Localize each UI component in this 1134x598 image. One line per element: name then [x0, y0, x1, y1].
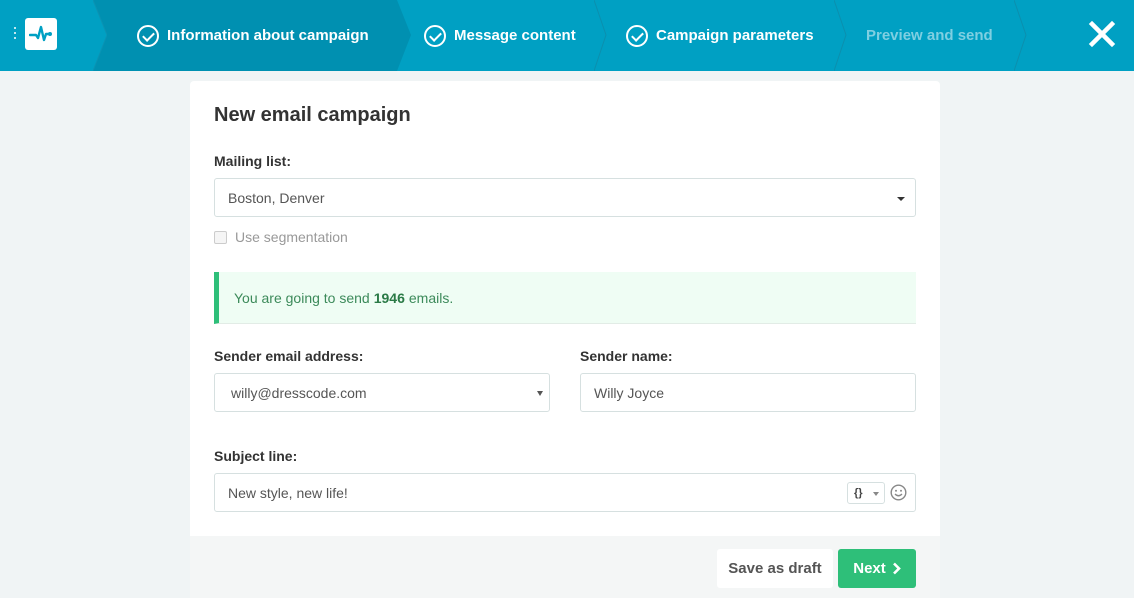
- subject-line-value: New style, new life!: [228, 484, 348, 501]
- recipient-count-alert: You are going to send 1946 emails.: [214, 272, 916, 324]
- check-circle-icon: [626, 24, 648, 47]
- step-divider: [834, 0, 847, 71]
- save-as-draft-button[interactable]: Save as draft: [717, 549, 833, 588]
- braces-icon: {}: [854, 487, 863, 499]
- smiley-icon[interactable]: [890, 484, 907, 501]
- chevron-down-icon: [873, 492, 879, 496]
- step-divider: [397, 0, 411, 71]
- chevron-down-icon: [537, 391, 543, 396]
- step-label: Message content: [454, 27, 576, 44]
- mailing-list-select[interactable]: Boston, Denver: [214, 178, 916, 217]
- step-label: Information about campaign: [167, 27, 369, 44]
- step-message-content[interactable]: Message content: [424, 0, 576, 71]
- step-divider: [1014, 0, 1027, 71]
- close-icon[interactable]: [1088, 20, 1116, 48]
- step-campaign-parameters[interactable]: Campaign parameters: [626, 0, 814, 71]
- mailing-list-label: Mailing list:: [214, 153, 291, 169]
- campaign-form-card: New email campaign Mailing list: Boston,…: [190, 81, 940, 598]
- sender-name-label: Sender name:: [580, 348, 673, 364]
- sender-email-select[interactable]: willy@dresscode.com: [214, 373, 550, 412]
- step-preview-and-send: Preview and send: [866, 0, 993, 71]
- page-title: New email campaign: [214, 104, 411, 126]
- next-button[interactable]: Next: [838, 549, 916, 588]
- alert-prefix: You are going to send: [234, 289, 370, 306]
- alert-suffix: emails.: [408, 289, 454, 306]
- wizard-header: Information about campaign Message conte…: [0, 0, 1134, 71]
- step-label: Preview and send: [866, 27, 993, 44]
- segmentation-label: Use segmentation: [235, 229, 348, 245]
- sender-email-value: willy@dresscode.com: [231, 384, 367, 401]
- insert-variable-button[interactable]: {}: [847, 482, 885, 504]
- sender-name-value: Willy Joyce: [594, 384, 665, 401]
- check-circle-icon: [424, 24, 446, 47]
- step-information-about-campaign[interactable]: Information about campaign: [107, 0, 397, 71]
- vertical-dots-icon[interactable]: [12, 25, 18, 45]
- chevron-down-icon: [897, 197, 905, 201]
- sender-email-label: Sender email address:: [214, 348, 364, 364]
- mailing-list-value: Boston, Denver: [228, 189, 325, 206]
- recipient-count: 1946: [373, 289, 405, 306]
- check-circle-icon: [137, 24, 159, 47]
- sender-name-input[interactable]: Willy Joyce: [580, 373, 916, 412]
- step-label: Campaign parameters: [656, 27, 814, 44]
- step-divider: [93, 0, 107, 71]
- segmentation-checkbox[interactable]: [214, 230, 227, 244]
- next-label: Next: [853, 560, 886, 577]
- subject-line-label: Subject line:: [214, 448, 298, 464]
- pulse-logo-icon[interactable]: [25, 18, 57, 50]
- step-divider: [594, 0, 607, 71]
- chevron-right-icon: [892, 562, 901, 575]
- subject-line-input[interactable]: New style, new life! {}: [214, 473, 916, 512]
- segmentation-option[interactable]: Use segmentation: [214, 229, 348, 245]
